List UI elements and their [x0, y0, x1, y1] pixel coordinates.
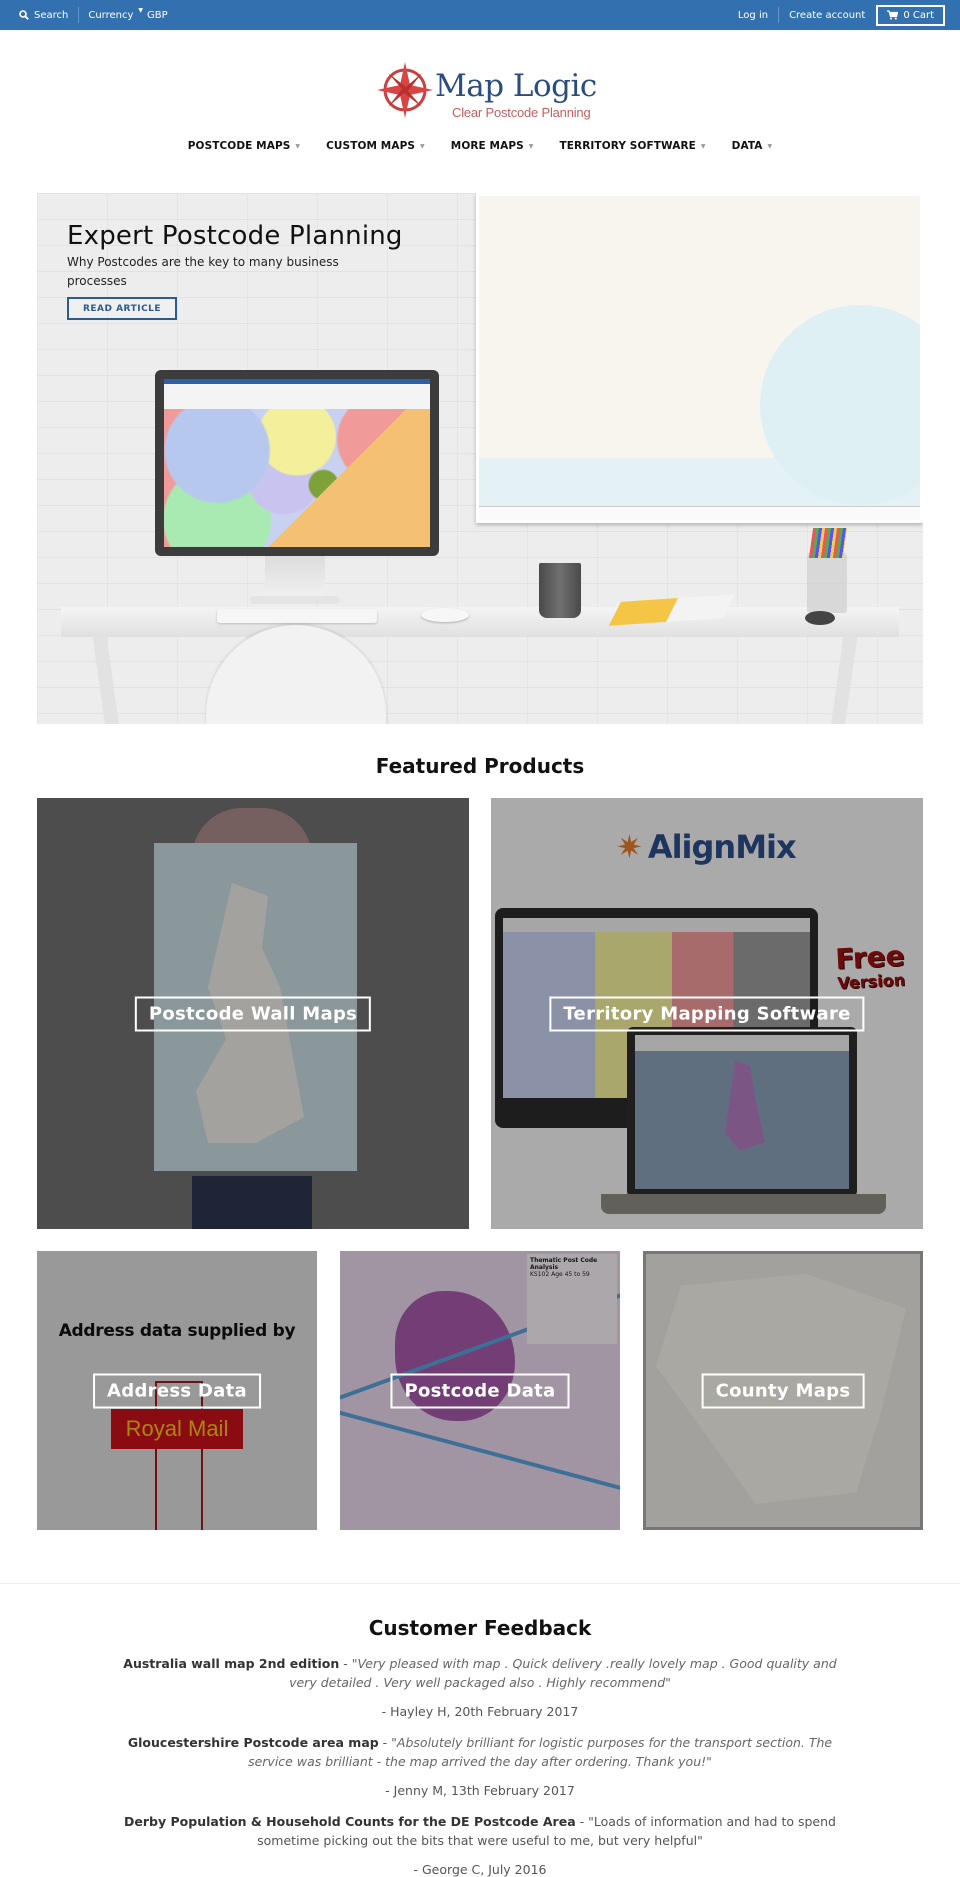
- search-link[interactable]: Search: [19, 10, 68, 21]
- caret-down-icon: ▼: [295, 142, 301, 150]
- main-nav: POSTCODE MAPS ▼ CUSTOM MAPS ▼ MORE MAPS ▼ T…: [0, 140, 960, 152]
- tile-label: Postcode Wall Maps: [134, 996, 372, 1031]
- hero-title: Expert Postcode Planning: [67, 221, 403, 251]
- review-author: - Hayley H, 20th February 2017: [381, 1704, 579, 1719]
- compass-star-icon: [377, 62, 433, 118]
- review-quote: "Very pleased with map . Quick delivery …: [289, 1656, 837, 1690]
- cart-button[interactable]: 0 Cart: [876, 4, 945, 26]
- cart-icon: [887, 10, 899, 20]
- tile-label: Territory Mapping Software: [549, 996, 865, 1031]
- review-product: Gloucestershire Postcode area map: [127, 1735, 379, 1750]
- nav-label: MORE MAPS: [450, 140, 524, 152]
- pencil-holder-image: [807, 553, 847, 613]
- caret-down-icon: ▼: [528, 142, 534, 150]
- product-tile-postcode-wall-maps[interactable]: Postcode Wall Maps: [37, 798, 469, 1229]
- nav-item-custom-maps[interactable]: CUSTOM MAPS ▼: [326, 140, 425, 152]
- wall-map-image: [476, 193, 923, 523]
- review-product: Australia wall map 2nd edition: [123, 1656, 340, 1671]
- section-divider: [0, 1583, 960, 1584]
- hero-subtitle: Why Postcodes are the key to many busine…: [67, 255, 339, 288]
- mouse-image: [421, 608, 469, 622]
- review-text: Australia wall map 2nd edition - "Very p…: [123, 1656, 837, 1690]
- divider: [778, 7, 780, 23]
- logo-name: Map Logic: [435, 68, 597, 104]
- create-account-link[interactable]: Create account: [789, 10, 865, 21]
- desk-image: [61, 607, 899, 637]
- review-text: Gloucestershire Postcode area map - "Abs…: [127, 1735, 833, 1769]
- tile-label: County Maps: [701, 1373, 865, 1408]
- product-tile-county-maps[interactable]: County Maps: [643, 1251, 923, 1530]
- currency-label: Currency: [88, 9, 134, 21]
- review-product: Derby Population & Household Counts for …: [124, 1814, 576, 1829]
- tile-label: Postcode Data: [390, 1373, 570, 1408]
- keyboard-image: [217, 609, 377, 623]
- caret-down-icon: ▼: [420, 142, 425, 150]
- featured-products-heading: Featured Products: [375, 754, 585, 778]
- customer-feedback-heading: Customer Feedback: [368, 1616, 592, 1640]
- nav-item-territory-software[interactable]: TERRITORY SOFTWARE ▼: [560, 140, 706, 152]
- nav-label: TERRITORY SOFTWARE: [559, 140, 696, 152]
- currency-value: GBP: [147, 9, 168, 21]
- review-author: - Jenny M, 13th February 2017: [385, 1783, 575, 1798]
- caret-down-icon: ▼: [138, 6, 144, 14]
- search-label: Search: [34, 9, 69, 21]
- logo-tagline: Clear Postcode Planning: [452, 105, 591, 120]
- product-tile-territory-mapping-software[interactable]: ✷ AlignMix Free Version Territory Mapping …: [491, 798, 923, 1229]
- nav-item-postcode-maps[interactable]: POSTCODE MAPS ▼: [188, 140, 300, 152]
- tile-label: Address Data: [93, 1373, 261, 1408]
- read-article-button[interactable]: READ ARTICLE: [67, 297, 177, 320]
- top-bar: Search Currency ▼ GBP Log in Create acco…: [0, 0, 960, 30]
- nav-item-data[interactable]: DATA ▼: [732, 140, 773, 152]
- site-logo[interactable]: Map Logic Clear Postcode Planning: [376, 58, 597, 124]
- nav-item-more-maps[interactable]: MORE MAPS ▼: [451, 140, 534, 152]
- product-tile-postcode-data[interactable]: Thematic Post Code Analysis KS102 Age 45…: [340, 1251, 620, 1530]
- nav-label: CUSTOM MAPS: [326, 140, 416, 152]
- hero-banner[interactable]: Expert Postcode Planning Why Postcodes a…: [37, 193, 923, 724]
- product-tile-address-data[interactable]: Address data supplied by Royal Mail Addr…: [37, 1251, 317, 1530]
- currency-selector[interactable]: Currency ▼ GBP: [88, 6, 168, 21]
- mug-image: [539, 563, 581, 618]
- login-link[interactable]: Log in: [738, 10, 768, 21]
- nav-label: POSTCODE MAPS: [187, 140, 291, 152]
- review-text: Derby Population & Household Counts for …: [124, 1814, 836, 1848]
- nav-label: DATA: [731, 140, 763, 152]
- cart-label: 0 Cart: [903, 9, 934, 21]
- caret-down-icon: ▼: [767, 142, 773, 150]
- divider: [78, 7, 80, 23]
- monitor-image: [155, 370, 439, 556]
- caret-down-icon: ▼: [700, 142, 706, 150]
- search-icon: [19, 10, 29, 20]
